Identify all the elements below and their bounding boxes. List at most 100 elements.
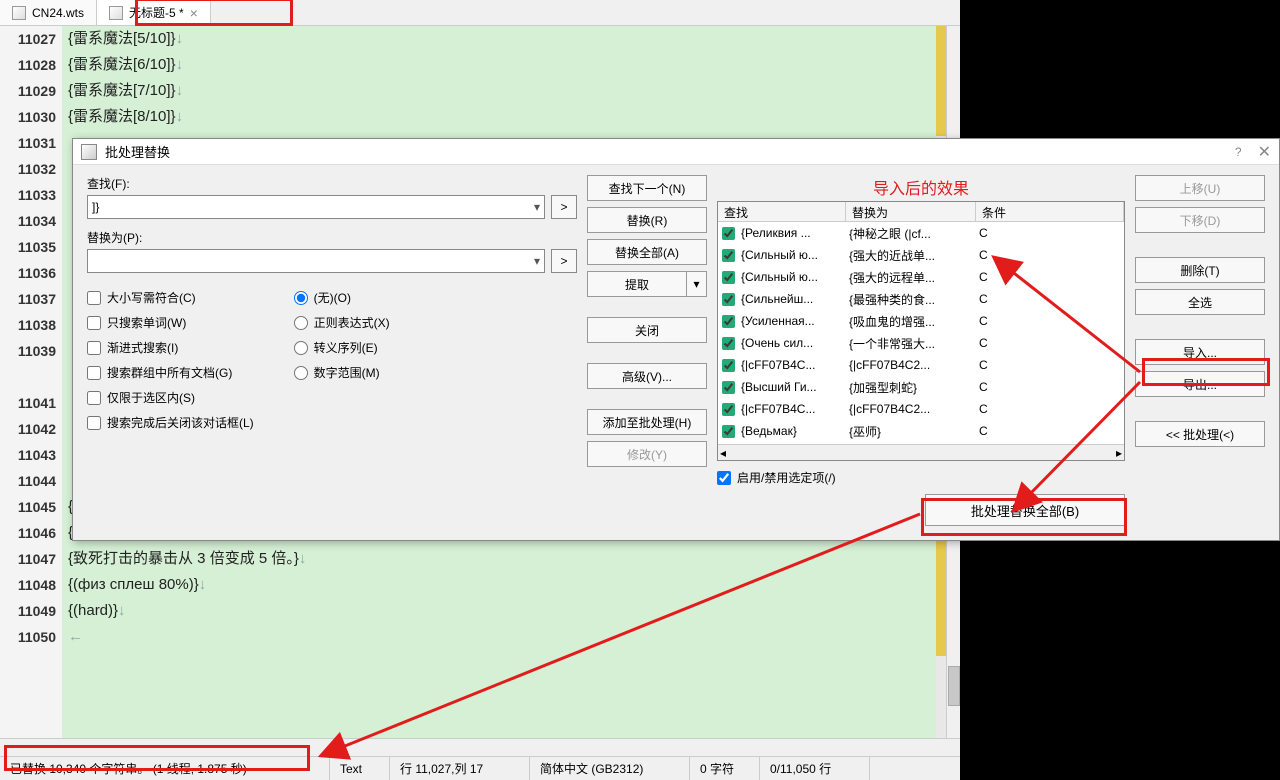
delete-button[interactable]: 删除(T)	[1135, 257, 1265, 283]
tab-bar: CN24.wts 无标题-5 * ×	[0, 0, 960, 26]
check-enable-selected[interactable]: 启用/禁用选定项(/)	[717, 469, 836, 486]
code-line[interactable]: {(физ сплеш 80%)}↓	[62, 572, 960, 598]
status-encoding: 简体中文 (GB2312)	[530, 757, 690, 780]
listview-hscroll[interactable]: ◂▸	[718, 444, 1124, 460]
replace-label: 替换为(P):	[87, 229, 577, 246]
line-number: 11027	[0, 26, 62, 52]
row-checkbox[interactable]	[722, 271, 735, 284]
close-icon[interactable]: ✕	[1258, 142, 1271, 162]
col-condition[interactable]: 条件	[976, 202, 1124, 221]
status-position: 行 11,027,列 17	[390, 757, 530, 780]
radio-number[interactable]: 数字范围(M)	[294, 364, 390, 381]
row-checkbox[interactable]	[722, 293, 735, 306]
move-down-button[interactable]: 下移(D)	[1135, 207, 1265, 233]
code-line[interactable]: ←	[62, 624, 960, 650]
line-number: 11037	[0, 286, 62, 312]
code-line[interactable]: {雷系魔法[6/10]}↓	[62, 52, 960, 78]
line-number: 11048	[0, 572, 62, 598]
line-number: 11047	[0, 546, 62, 572]
row-checkbox[interactable]	[722, 315, 735, 328]
row-checkbox[interactable]	[722, 381, 735, 394]
dialog-title: 批处理替换	[105, 142, 1235, 161]
row-checkbox[interactable]	[722, 249, 735, 262]
replace-all-button[interactable]: 替换全部(A)	[587, 239, 707, 265]
line-number: 11043	[0, 442, 62, 468]
batch-replace-all-button[interactable]: 批处理替换全部(B)	[925, 494, 1125, 526]
row-checkbox[interactable]	[722, 403, 735, 416]
radio-escape[interactable]: 转义序列(E)	[294, 339, 390, 356]
check-close-after[interactable]: 搜索完成后关闭该对话框(L)	[87, 414, 254, 431]
list-item[interactable]: {Сильный ю...{强大的近战单...C	[718, 244, 1124, 266]
line-number: 11050	[0, 624, 62, 650]
line-number: 11033	[0, 182, 62, 208]
code-line[interactable]: {雷系魔法[5/10]}↓	[62, 26, 960, 52]
status-chars: 0 字符	[690, 757, 760, 780]
row-checkbox[interactable]	[722, 425, 735, 438]
search-panel: 查找(F): ]} > 替换为(P): > 大小写需符合(C) 只搜索单词(W)…	[87, 175, 577, 526]
check-case[interactable]: 大小写需符合(C)	[87, 289, 254, 306]
status-replaced: 已替换 10,340 个字符串。 (1 线程, 1.875 秒)	[0, 757, 330, 780]
close-button[interactable]: 关闭	[587, 317, 707, 343]
line-number: 11031	[0, 130, 62, 156]
col-find[interactable]: 查找	[718, 202, 846, 221]
replace-input[interactable]	[87, 249, 545, 273]
col-replace[interactable]: 替换为	[846, 202, 976, 221]
batch-replace-dialog: 批处理替换 ? ✕ 查找(F): ]} > 替换为(P): > 大小写需符合(C…	[72, 138, 1280, 541]
move-up-button[interactable]: 上移(U)	[1135, 175, 1265, 201]
find-label: 查找(F):	[87, 175, 577, 192]
batch-toggle-button[interactable]: << 批处理(<)	[1135, 421, 1265, 447]
scrollbar-thumb[interactable]	[948, 666, 960, 706]
list-item[interactable]: {Сильный ю...{强大的远程单...C	[718, 266, 1124, 288]
modify-button[interactable]: 修改(Y)	[587, 441, 707, 467]
batch-listview[interactable]: 查找 替换为 条件 {Реликвия ...{神秘之眼 (|cf...C{Си…	[717, 201, 1125, 461]
help-icon[interactable]: ?	[1235, 145, 1242, 159]
radio-none[interactable]: (无)(O)	[294, 289, 390, 306]
list-item[interactable]: {Ведьмак}{巫师}C	[718, 420, 1124, 442]
list-item[interactable]: {Высший Ги...{加强型刺蛇}C	[718, 376, 1124, 398]
list-item[interactable]: {Реликвия ...{神秘之眼 (|cf...C	[718, 222, 1124, 244]
find-next-button[interactable]: 查找下一个(N)	[587, 175, 707, 201]
check-group[interactable]: 搜索群组中所有文档(G)	[87, 364, 254, 381]
replace-more-button[interactable]: >	[551, 249, 577, 273]
close-icon[interactable]: ×	[190, 5, 198, 21]
find-input[interactable]: ]}	[87, 195, 545, 219]
list-item[interactable]: {Очень сил...{一个非常强大...C	[718, 332, 1124, 354]
row-checkbox[interactable]	[722, 337, 735, 350]
app-icon	[81, 144, 97, 160]
line-number	[0, 364, 62, 390]
code-line[interactable]: {雷系魔法[7/10]}↓	[62, 78, 960, 104]
extract-button[interactable]: 提取▾	[587, 271, 707, 297]
tab-label: CN24.wts	[32, 6, 84, 20]
horizontal-scrollbar[interactable]	[0, 738, 960, 756]
annotation-import-effect: 导入后的效果	[717, 175, 1125, 199]
dialog-titlebar[interactable]: 批处理替换 ? ✕	[73, 139, 1279, 165]
find-more-button[interactable]: >	[551, 195, 577, 219]
line-number: 11049	[0, 598, 62, 624]
list-item[interactable]: {Усиленная...{吸血鬼的增强...C	[718, 310, 1124, 332]
tab-cn24[interactable]: CN24.wts	[0, 0, 97, 25]
check-selection[interactable]: 仅限于选区内(S)	[87, 389, 254, 406]
side-buttons: 上移(U) 下移(D) 删除(T) 全选 导入... 导出... << 批处理(…	[1135, 175, 1265, 526]
code-line[interactable]: {雷系魔法[8/10]}↓	[62, 104, 960, 130]
code-line[interactable]: {(hard)}↓	[62, 598, 960, 624]
check-incremental[interactable]: 渐进式搜索(I)	[87, 339, 254, 356]
code-line[interactable]: {致死打击的暴击从 3 倍变成 5 倍。}↓	[62, 546, 960, 572]
line-number: 11036	[0, 260, 62, 286]
add-to-batch-button[interactable]: 添加至批处理(H)	[587, 409, 707, 435]
chevron-down-icon[interactable]: ▾	[687, 271, 707, 297]
select-all-button[interactable]: 全选	[1135, 289, 1265, 315]
line-number: 11030	[0, 104, 62, 130]
check-whole-word[interactable]: 只搜索单词(W)	[87, 314, 254, 331]
list-item[interactable]: {|cFF07B4C...{|cFF07B4C2...C	[718, 398, 1124, 420]
row-checkbox[interactable]	[722, 359, 735, 372]
list-item[interactable]: {|cFF07B4C...{|cFF07B4C2...C	[718, 354, 1124, 376]
import-button[interactable]: 导入...	[1135, 339, 1265, 365]
list-item[interactable]: {Сильнейш...{最强种类的食...C	[718, 288, 1124, 310]
line-number: 11032	[0, 156, 62, 182]
tab-untitled[interactable]: 无标题-5 * ×	[97, 0, 211, 25]
radio-regex[interactable]: 正则表达式(X)	[294, 314, 390, 331]
advanced-button[interactable]: 高级(V)...	[587, 363, 707, 389]
replace-button[interactable]: 替换(R)	[587, 207, 707, 233]
export-button[interactable]: 导出...	[1135, 371, 1265, 397]
row-checkbox[interactable]	[722, 227, 735, 240]
